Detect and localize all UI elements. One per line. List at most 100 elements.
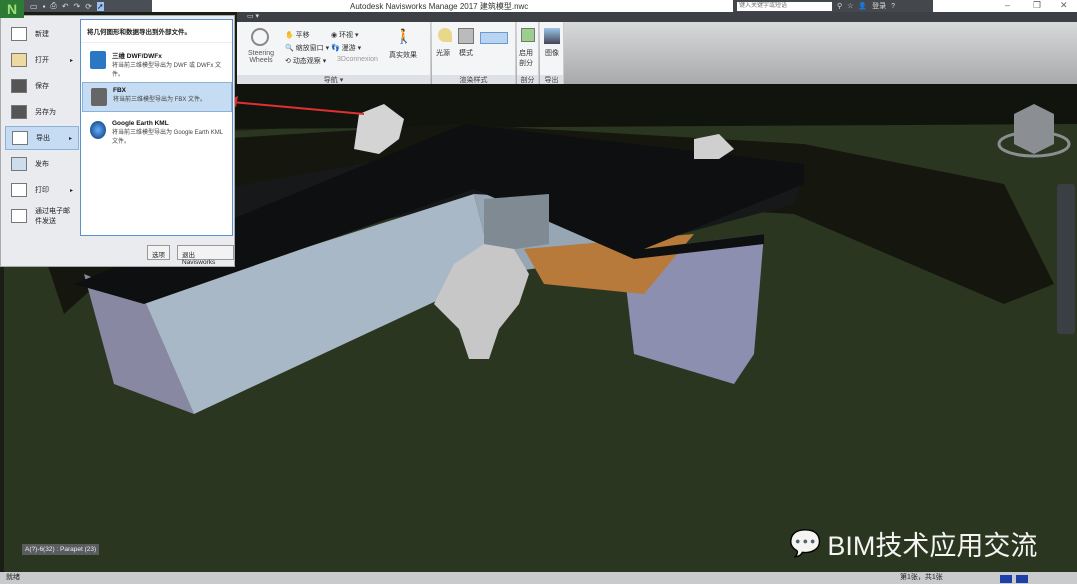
menu-label: 打印 — [35, 187, 49, 194]
navigation-panel: Steering Wheels ✋ 平移 🔍 缩放窗口 ▾ ⟲ 动态观察 ▾ ◉… — [237, 22, 431, 84]
submenu-arrow-icon: ▸ — [68, 135, 72, 142]
menu-label: 导出 — [36, 135, 50, 142]
status-bar: 就绪 第1张，共1张 — [0, 572, 1077, 584]
save-icon — [11, 79, 27, 93]
exit-button[interactable]: 退出 Navisworks — [177, 245, 234, 266]
render-toggle-icons[interactable] — [480, 32, 508, 44]
menu-item-open[interactable]: 打开 ▸ — [5, 48, 79, 72]
menu-item-print[interactable]: 打印 ▸ — [5, 178, 79, 202]
menu-label: 通过电子邮件发送 — [35, 208, 70, 225]
export-icon — [12, 131, 28, 145]
close-button[interactable]: ✕ — [1060, 0, 1068, 11]
wechat-icon: 💬 — [789, 528, 822, 558]
navigation-bar[interactable] — [1057, 184, 1075, 334]
new-icon — [11, 27, 27, 41]
folder-icon — [11, 53, 27, 67]
mode-icon — [458, 28, 474, 44]
menu-label: 发布 — [35, 161, 49, 168]
refresh-icon[interactable]: ⟳ — [85, 2, 92, 11]
app-logo-button[interactable]: N — [0, 0, 24, 18]
navigation-label: 导航 ▾ — [237, 75, 430, 84]
zoom-window-button[interactable]: 🔍 缩放窗口 ▾ — [285, 43, 329, 53]
ribbon-tab-bar: ▭ ▾ — [237, 12, 1077, 22]
export-submenu: 将几何图形和数据导出到外部文件。 三维 DWF/DWFx 将当前三维模型导出为 D… — [80, 19, 233, 236]
menu-item-save-as[interactable]: 另存为 — [5, 100, 79, 124]
star-icon[interactable]: ☆ — [847, 2, 853, 10]
orbit-button[interactable]: ⟲ 动态观察 ▾ — [285, 56, 326, 66]
menu-item-publish[interactable]: 发布 — [5, 152, 79, 176]
person-icon: 🚶 — [395, 28, 413, 44]
menu-label: 打开 — [35, 57, 49, 64]
user-icon[interactable]: 👤 — [858, 2, 867, 10]
section-panel: 启用剖分 剖分 — [517, 22, 539, 84]
maximize-button[interactable]: ❐ — [1033, 0, 1041, 11]
pan-button[interactable]: ✋ 平移 — [285, 30, 310, 40]
select-icon[interactable]: ➚ — [96, 1, 104, 11]
undo-icon[interactable]: ↶ — [62, 2, 69, 11]
tab-menu-icon[interactable]: ▭ ▾ — [247, 13, 259, 20]
menu-label: 新建 — [35, 31, 49, 38]
mode-button[interactable]: 模式 — [459, 48, 473, 58]
menu-item-save[interactable]: 保存 — [5, 74, 79, 98]
application-menu: 新建 打开 ▸ 保存 另存为 导出 ▸ 发布 打印 ▸ 通过电子邮件发送 将几何图形和… — [0, 15, 235, 267]
menu-label: 保存 — [35, 83, 49, 90]
realism-button[interactable]: 真实效果 — [389, 50, 417, 60]
steering-wheels-icon[interactable] — [251, 28, 269, 46]
binoculars-icon[interactable]: ⚲ — [837, 2, 842, 10]
export-label: 导出 — [540, 75, 563, 84]
item-title: 三维 DWF/DWFx — [112, 53, 162, 60]
item-desc: 将当前三维模型导出为 FBX 文件。 — [113, 97, 207, 103]
options-button[interactable]: 选项 — [147, 245, 170, 260]
object-tooltip: A(?)-6(32) : Parapet (23) — [22, 544, 100, 555]
email-icon — [11, 209, 27, 223]
ribbon: Steering Wheels ✋ 平移 🔍 缩放窗口 ▾ ⟲ 动态观察 ▾ ◉… — [237, 22, 1077, 84]
redo-icon[interactable]: ↷ — [74, 2, 81, 11]
page-indicator: 第1张，共1张 — [900, 574, 943, 581]
image-icon — [544, 28, 560, 44]
google-earth-icon — [90, 121, 106, 139]
export-fbx[interactable]: FBX 将当前三维模型导出为 FBX 文件。 — [82, 82, 232, 112]
open-icon[interactable]: ▭ — [30, 2, 38, 11]
menu-item-email[interactable]: 通过电子邮件发送 — [5, 204, 79, 228]
status-text: 就绪 — [6, 574, 20, 581]
submenu-arrow-icon: ▸ — [69, 57, 73, 64]
save-icon[interactable]: ▪ — [43, 2, 46, 11]
window-title: Autodesk Navisworks Manage 2017 建筑模型.nwc — [350, 2, 529, 11]
export-kml[interactable]: Google Earth KML 将当前三维模型导出为 Google Earth … — [82, 116, 232, 146]
enable-section-button[interactable]: 启用剖分 — [519, 48, 537, 68]
look-button[interactable]: ◉ 环视 ▾ — [331, 30, 359, 40]
status-icon — [1000, 575, 1012, 583]
publish-icon — [11, 157, 27, 171]
render-style-panel: 光源 模式 渲染样式 — [432, 22, 516, 84]
item-desc: 将当前三维模型导出为 Google Earth KML 文件。 — [112, 130, 223, 145]
section-label: 剖分 — [517, 75, 538, 84]
steering-wheels-button[interactable]: Steering Wheels — [245, 50, 277, 64]
quick-access-toolbar: ▭ ▪ ⎙ ↶ ↷ ⟳ ➚ — [24, 0, 152, 12]
3dconnexion-button[interactable]: 3Dconnexion — [337, 56, 378, 63]
print-icon[interactable]: ⎙ — [50, 1, 56, 11]
menu-item-export[interactable]: 导出 ▸ — [5, 126, 79, 150]
menu-item-new[interactable]: 新建 — [5, 22, 79, 46]
search-input[interactable] — [737, 1, 832, 11]
dwf-icon — [90, 51, 106, 69]
export-dwf[interactable]: 三维 DWF/DWFx 将当前三维模型导出为 DWF 或 DWFx 文件。 — [82, 46, 232, 78]
fbx-icon — [91, 88, 107, 106]
light-button[interactable]: 光源 — [436, 48, 450, 58]
help-icon[interactable]: ? — [891, 3, 895, 10]
item-title: Google Earth KML — [112, 120, 169, 127]
status-icon — [1016, 575, 1028, 583]
minimize-button[interactable]: – — [1005, 0, 1010, 10]
submenu-arrow-icon: ▸ — [69, 187, 73, 194]
walk-button[interactable]: 👣 漫游 ▾ — [331, 43, 361, 53]
search-bar: ⚲ ☆ 👤 登录? — [733, 0, 933, 12]
signin-link[interactable]: 登录 — [872, 1, 886, 11]
item-title: FBX — [113, 87, 126, 94]
light-icon — [438, 28, 452, 42]
watermark: 💬 BIM技术应用交流 — [789, 524, 1037, 563]
image-button[interactable]: 图像 — [545, 48, 559, 58]
title-bar: ▭ ▪ ⎙ ↶ ↷ ⟳ ➚ Autodesk Navisworks Manage 2017 … — [0, 0, 1077, 12]
item-desc: 将当前三维模型导出为 DWF 或 DWFx 文件。 — [112, 63, 221, 78]
save-as-icon — [11, 105, 27, 119]
watermark-text: BIM技术应用交流 — [827, 531, 1038, 561]
printer-icon — [11, 183, 27, 197]
